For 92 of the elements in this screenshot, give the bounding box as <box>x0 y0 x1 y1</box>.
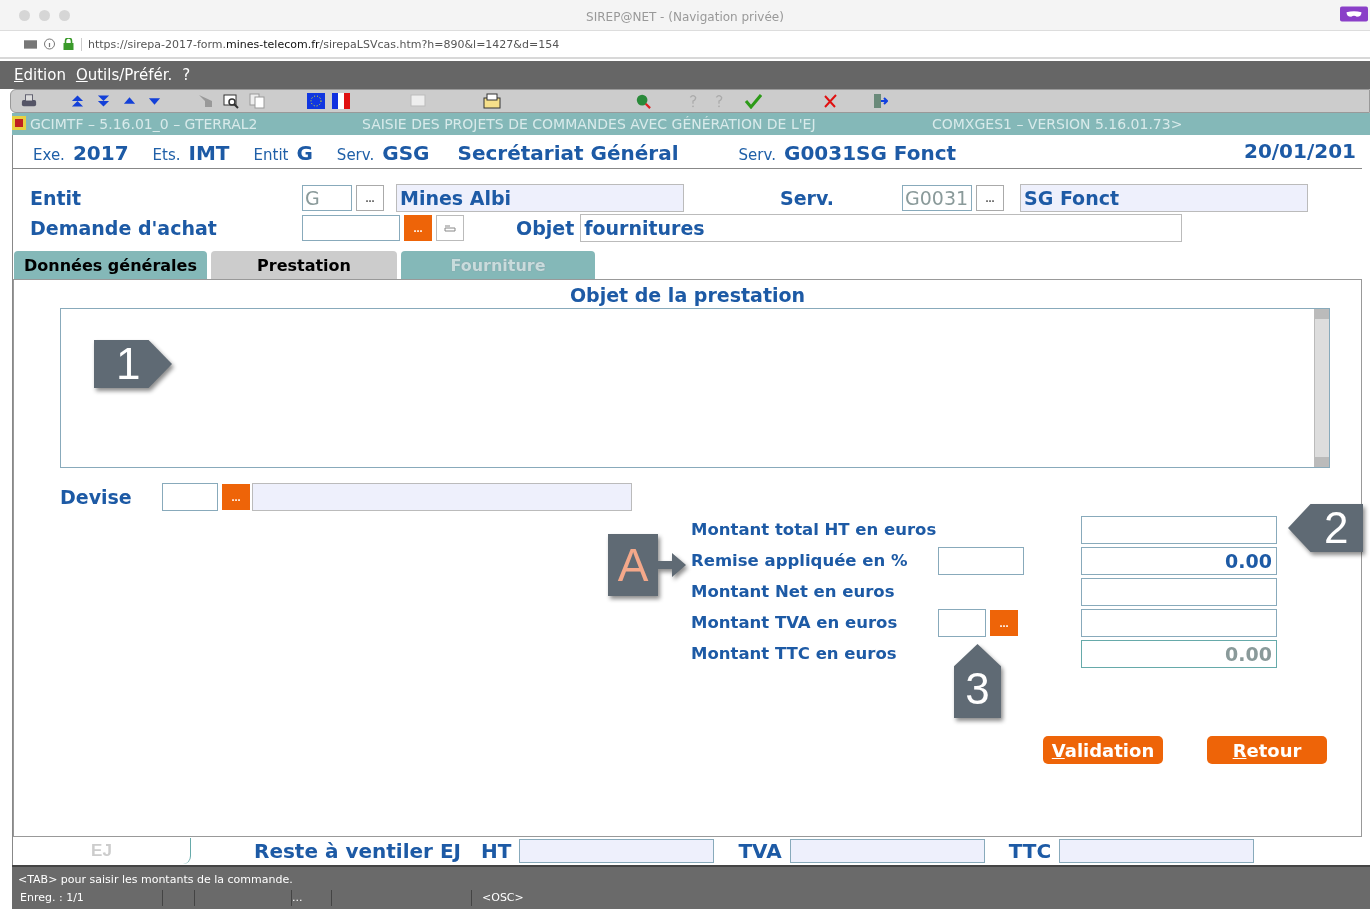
context-label: Exe. <box>33 146 65 164</box>
lock-icon <box>62 38 75 50</box>
input-field[interactable] <box>302 215 400 241</box>
help-icon[interactable] <box>687 93 699 109</box>
checkmark-icon[interactable] <box>744 93 762 109</box>
amount-label: Montant total HT en euros <box>691 518 938 541</box>
copy-icon[interactable] <box>249 93 265 109</box>
text-area[interactable] <box>60 308 1330 468</box>
context-label: Serv. <box>738 146 776 164</box>
menu-item[interactable]: Edition <box>14 66 66 84</box>
amount-label: Remise appliquée en % <box>691 549 909 572</box>
input-field[interactable] <box>938 608 986 637</box>
field-label: HT <box>481 839 512 863</box>
lookup-button[interactable]: ... <box>404 215 432 241</box>
eu-flag-icon[interactable] <box>307 93 325 109</box>
amount-field[interactable] <box>1081 577 1277 606</box>
tab[interactable]: Prestation <box>211 251 397 279</box>
tab[interactable]: Données générales <box>14 251 207 279</box>
record-counter: Enreg. : 1/1 <box>18 890 163 906</box>
minimize-window-button[interactable] <box>39 9 50 21</box>
menu-item[interactable]: Outils/Préfér. <box>75 66 173 84</box>
context-value: Secrétariat Général <box>457 141 679 165</box>
app-header-text: SAISIE DES PROJETS DE COMMANDES AVEC GÉNÉRATION DE L'EJ <box>362 116 816 132</box>
amount-field[interactable]: 0.00 <box>1081 546 1277 575</box>
arrow-icon <box>658 553 686 577</box>
status-text: <OSC> <box>481 890 525 906</box>
field-label: TTC <box>1008 839 1052 863</box>
amount-label: Montant TVA en euros <box>691 611 899 634</box>
input-field[interactable] <box>938 546 1024 575</box>
scrollbar[interactable] <box>1314 309 1329 467</box>
cash-register-icon[interactable] <box>483 93 501 109</box>
summary-title: Reste à ventiler EJ <box>254 839 462 863</box>
name-field: SG Fonct <box>1020 184 1308 212</box>
status-text: ... <box>292 890 332 906</box>
field-label: Demande d'achat <box>30 217 218 239</box>
context-value: G <box>296 141 313 165</box>
amount-label: Montant TTC en euros <box>691 642 898 665</box>
app-header-text: COMXGES1 – VERSION 5.16.01.73> <box>932 116 1183 132</box>
callout-marker: A <box>608 534 658 596</box>
printer-icon[interactable] <box>21 93 37 109</box>
context-value: GSG <box>382 141 430 165</box>
menu-item[interactable]: ? <box>182 66 191 84</box>
field-label: TVA <box>738 839 782 863</box>
info-icon[interactable] <box>43 38 56 50</box>
field-label: Entit <box>30 187 83 209</box>
input-field[interactable] <box>162 483 218 511</box>
app-icon <box>12 116 26 130</box>
name-field: Mines Albi <box>396 184 684 212</box>
field-label: Devise <box>60 486 133 508</box>
section-title: Objet de la prestation <box>568 283 807 308</box>
context-label: Serv. <box>336 146 375 164</box>
field-label: Serv. <box>780 187 834 209</box>
app-header-text: GCIMTF – 5.16.01_0 – GTERRAL2 <box>30 116 258 132</box>
double-down-arrow-icon[interactable] <box>97 93 110 109</box>
context-value: G0031SG Fonct <box>783 141 957 165</box>
card-icon[interactable] <box>409 93 427 109</box>
callout-marker: 1 <box>94 340 172 388</box>
window-title: SIREP@NET - (Navigation privée) <box>586 10 784 24</box>
context-label: Entit <box>253 146 289 164</box>
sidebar-icon[interactable] <box>24 38 37 50</box>
url-field[interactable]: https://sirepa-2017-form.mines-telecom.fr/sirepaLSVcas.htm?h=890&l=1427&d=154 <box>81 37 560 51</box>
field-label: Objet <box>516 217 575 239</box>
lookup-button[interactable]: ... <box>356 185 384 211</box>
list-button[interactable] <box>436 215 464 241</box>
lookup-button[interactable]: ... <box>976 185 1004 211</box>
french-flag-icon[interactable] <box>332 93 350 109</box>
context-value: IMT <box>188 141 230 165</box>
double-up-arrow-icon[interactable] <box>71 93 84 109</box>
globe-search-icon[interactable] <box>634 93 652 109</box>
action-button[interactable]: Retour <box>1207 736 1327 764</box>
callout-marker: 2 <box>1288 504 1363 552</box>
callout-marker: 3 <box>954 644 1001 718</box>
lookup-button[interactable]: ... <box>222 484 250 510</box>
date-text: 20/01/201 <box>1243 139 1356 163</box>
list-icon <box>444 223 456 233</box>
context-value: 2017 <box>72 141 129 165</box>
context-label: Ets. <box>152 146 181 164</box>
input-field[interactable]: fournitures <box>580 214 1183 242</box>
amount-label: Montant Net en euros <box>691 580 896 603</box>
action-button[interactable]: Validation <box>1043 736 1163 764</box>
amount-field[interactable] <box>1081 608 1277 637</box>
lookup-button[interactable]: ... <box>990 609 1018 636</box>
cross-icon[interactable] <box>822 93 838 109</box>
code-field[interactable]: G0031 <box>902 185 972 211</box>
amount-field[interactable] <box>1081 515 1277 544</box>
exit-door-icon[interactable] <box>872 93 888 109</box>
close-window-button[interactable] <box>19 9 30 21</box>
search-document-icon[interactable] <box>223 93 239 109</box>
code-field[interactable]: G <box>302 185 352 211</box>
status-message: <TAB> pour saisir les montants de la commande. <box>18 872 294 888</box>
zoom-window-button[interactable] <box>59 9 70 21</box>
help-icon[interactable] <box>713 93 725 109</box>
